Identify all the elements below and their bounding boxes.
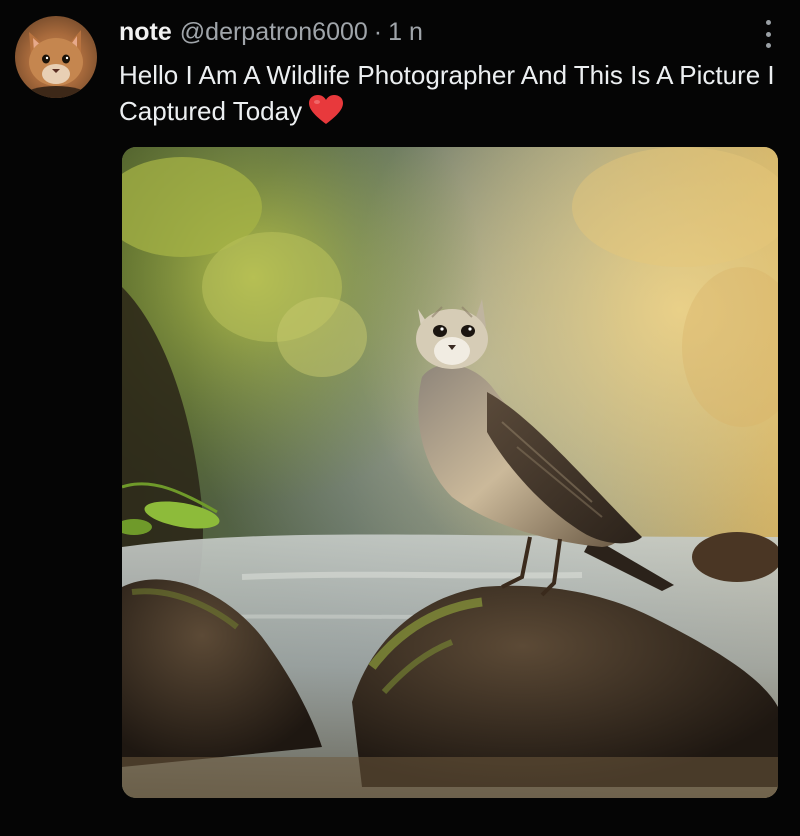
bird-with-cat-head-photo [122,147,778,798]
tweet-post: note @derpatron6000 · 1 n Hello I Am A W… [0,0,800,836]
user-avatar[interactable] [15,16,97,98]
post-image[interactable] [122,147,778,798]
red-heart-icon [308,94,344,135]
tweet-text-content: Hello I Am A Wildlife Photographer And T… [119,60,775,126]
timestamp[interactable]: 1 n [388,15,423,49]
user-handle[interactable]: @derpatron6000 [180,15,368,49]
tweet-header: note @derpatron6000 · 1 n [119,15,423,49]
cat-avatar-icon [24,30,88,98]
header-separator: · [373,18,383,46]
more-options-icon[interactable] [764,20,772,48]
tweet-text: Hello I Am A Wildlife Photographer And T… [119,57,779,135]
display-name[interactable]: note [119,15,172,49]
